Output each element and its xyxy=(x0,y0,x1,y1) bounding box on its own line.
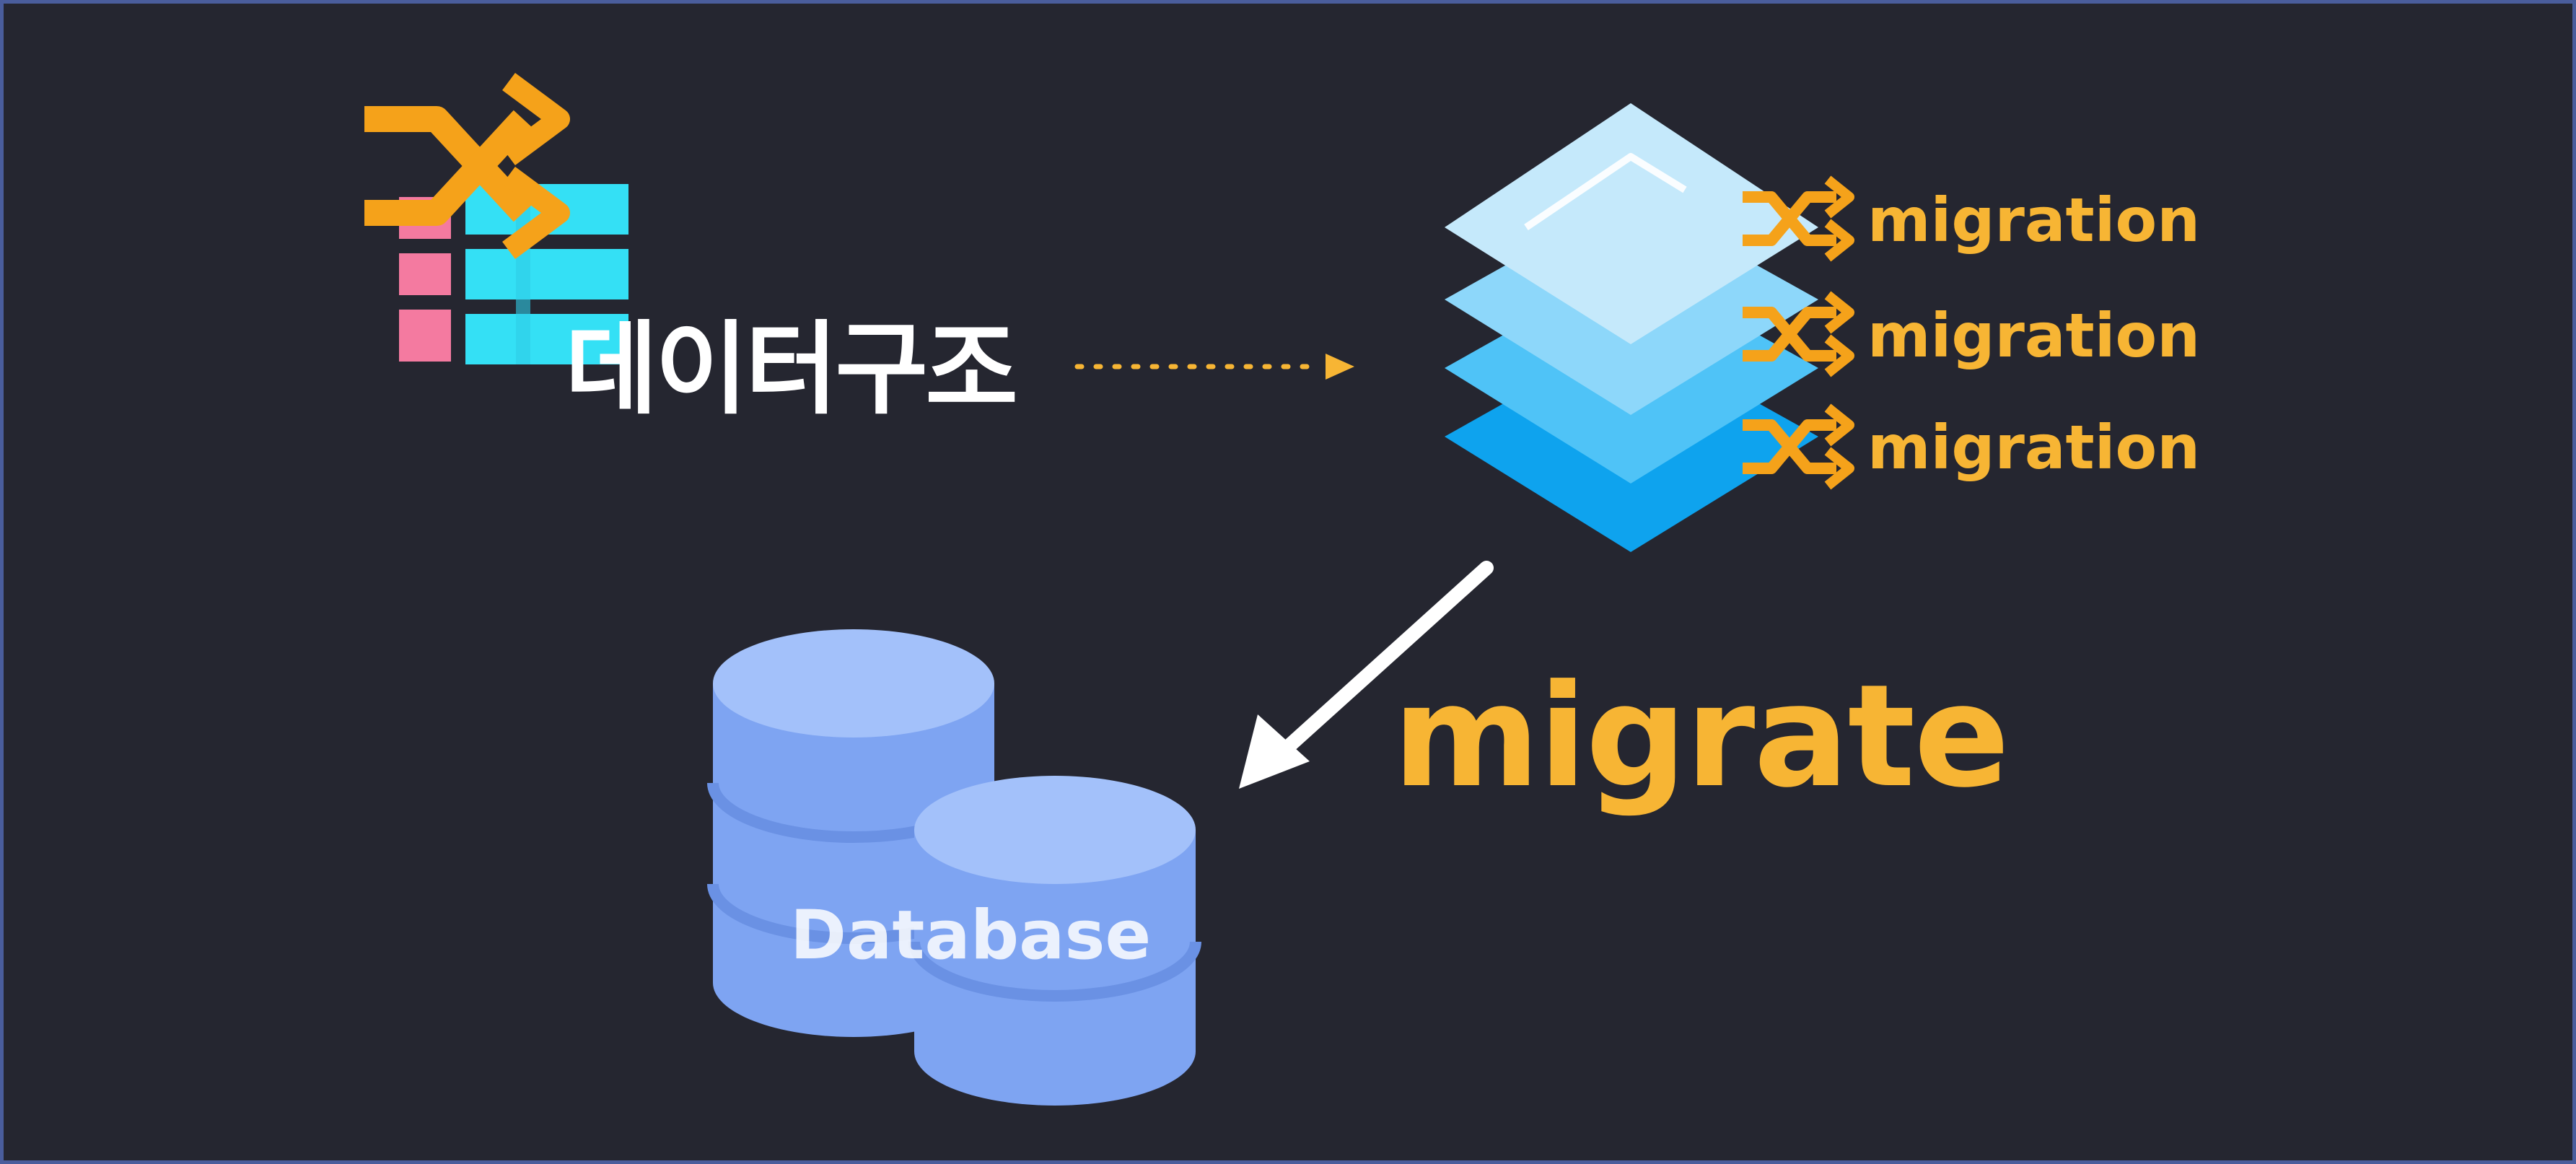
database-icon xyxy=(707,629,1201,1106)
layers-icon xyxy=(1445,103,1818,552)
migrate-label: migrate xyxy=(1393,655,2010,819)
dotted-arrow xyxy=(1074,354,1354,380)
diagram-canvas: 데이터구조 migration migration migration migr… xyxy=(0,0,2576,1164)
migration-label: migration xyxy=(1867,412,2201,483)
data-structure-label: 데이터구조 xyxy=(565,311,1018,429)
migration-diagram xyxy=(364,72,1854,1106)
migration-label: migration xyxy=(1867,300,2201,371)
database-label: Database xyxy=(790,896,1152,975)
migration-label: migration xyxy=(1867,185,2201,255)
shuffle-icon xyxy=(364,72,570,260)
